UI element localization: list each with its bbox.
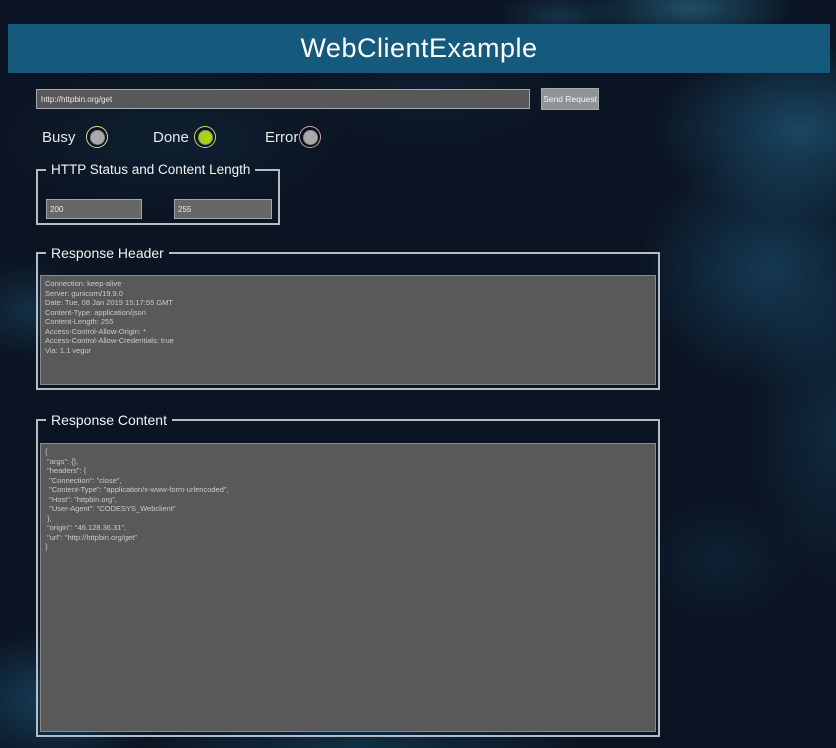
busy-led-lamp: [90, 130, 105, 145]
http-status-groupbox: HTTP Status and Content Length: [36, 162, 280, 225]
http-status-group-title: HTTP Status and Content Length: [46, 162, 255, 177]
response-header-text: Connection: keep-alive Server: gunicorn/…: [40, 275, 656, 385]
url-input[interactable]: [36, 89, 530, 109]
response-header-groupbox: Response Header Connection: keep-alive S…: [36, 245, 660, 390]
page-title: WebClientExample: [300, 33, 537, 64]
response-header-group-title: Response Header: [46, 245, 169, 261]
response-content-text: { "args": {}, "headers": { "Connection":…: [40, 443, 656, 732]
title-bar: WebClientExample: [8, 24, 830, 73]
response-content-group-title: Response Content: [46, 412, 172, 428]
http-status-field[interactable]: [46, 199, 142, 219]
done-led-lamp: [198, 130, 213, 145]
done-label: Done: [153, 129, 189, 146]
busy-label: Busy: [42, 129, 75, 146]
error-label: Error: [265, 129, 298, 146]
send-request-button[interactable]: Send Request: [541, 88, 599, 110]
content-length-field[interactable]: [174, 199, 272, 219]
error-led-lamp: [303, 130, 318, 145]
page-background: WebClientExample Send Request Busy Done …: [0, 0, 836, 748]
response-content-groupbox: Response Content { "args": {}, "headers"…: [36, 412, 660, 737]
error-led-indicator: [299, 126, 321, 148]
done-led-indicator: [194, 126, 216, 148]
busy-led-indicator: [86, 126, 108, 148]
